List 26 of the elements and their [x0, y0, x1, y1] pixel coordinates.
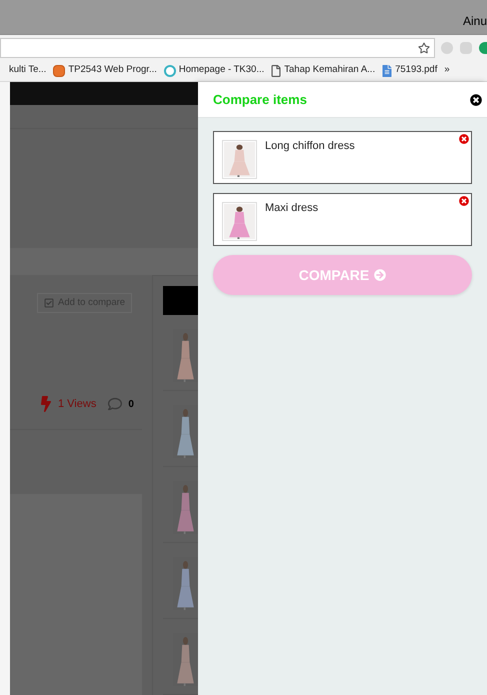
star-icon[interactable] — [418, 42, 430, 54]
bookmark[interactable]: kulti Te... — [9, 63, 46, 78]
user-name: Ainu — [462, 13, 487, 30]
bookmark[interactable]: 75193.pdf — [382, 63, 438, 78]
comment-count: 0 — [128, 398, 134, 412]
document-icon — [382, 64, 392, 76]
comment-icon — [108, 397, 122, 412]
sidebar-banner — [163, 286, 198, 315]
bookmark[interactable]: TP2543 Web Progr... — [53, 63, 157, 78]
bookmark[interactable]: Tahap Kemahiran A... — [271, 63, 376, 78]
arrow-icon — [374, 269, 386, 281]
close-icon[interactable] — [470, 94, 482, 106]
remove-icon[interactable] — [459, 196, 469, 206]
panel-title: Compare items — [213, 90, 307, 109]
item-name: Long chiffon dress — [265, 139, 355, 154]
bookmark-icon — [164, 64, 176, 76]
item-name: Maxi dress — [265, 201, 318, 216]
bolt-icon — [40, 396, 52, 412]
extension-icon[interactable] — [479, 42, 487, 54]
checkbox-icon — [44, 298, 54, 308]
remove-icon[interactable] — [459, 134, 469, 144]
bookmark[interactable]: » — [444, 63, 450, 78]
document-icon — [271, 64, 282, 76]
views-count: 1 Views — [58, 397, 96, 412]
bookmark-icon — [53, 64, 66, 76]
bookmark[interactable]: Homepage - TK30... — [164, 63, 264, 78]
